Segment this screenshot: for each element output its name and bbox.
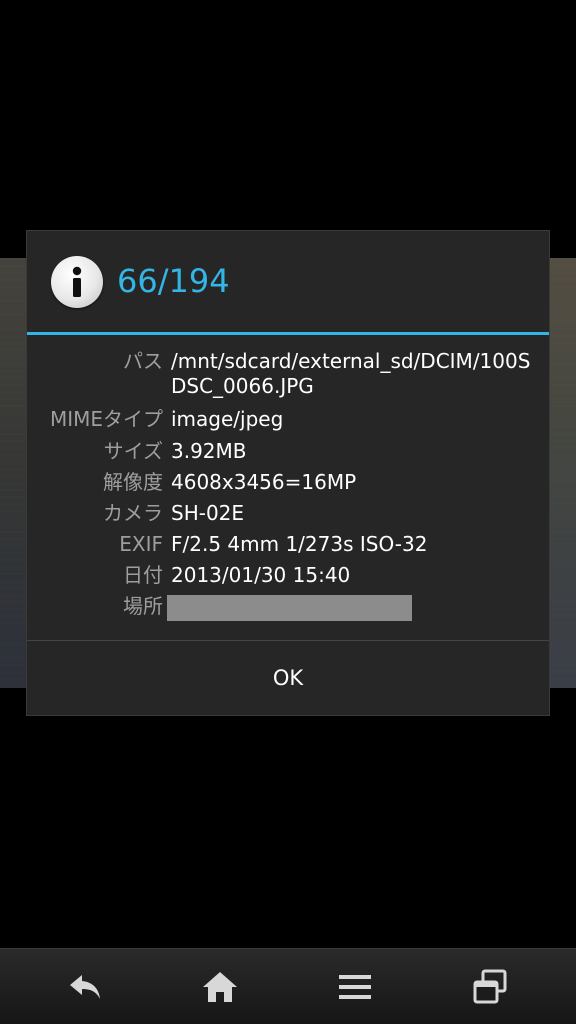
- dialog-header: 66/194: [27, 231, 549, 333]
- info-rows: パス /mnt/sdcard/external_sd/DCIM/100SDSC_…: [27, 349, 549, 625]
- home-button[interactable]: [190, 963, 250, 1011]
- exif-value: F/2.5 4mm 1/273s ISO-32: [171, 532, 428, 556]
- photo-left-edge: [0, 258, 26, 688]
- date-label: 日付: [123, 563, 163, 587]
- screen: 66/194 パス /mnt/sdcard/external_sd/DCIM/1…: [0, 0, 576, 1024]
- resolution-label: 解像度: [103, 470, 163, 494]
- camera-value: SH-02E: [171, 501, 245, 525]
- path-value: /mnt/sdcard/external_sd/DCIM/100SDSC_006…: [171, 349, 531, 398]
- dialog-title: 66/194: [117, 262, 230, 300]
- location-label: 場所: [123, 594, 163, 618]
- row-size: サイズ 3.92MB: [27, 439, 549, 470]
- menu-button[interactable]: [325, 963, 385, 1011]
- navigation-bar: [0, 948, 576, 1024]
- row-location: 場所: [27, 594, 549, 625]
- location-redacted-bar: [167, 595, 412, 621]
- size-value: 3.92MB: [171, 439, 247, 463]
- row-resolution: 解像度 4608x3456=16MP: [27, 470, 549, 501]
- date-value: 2013/01/30 15:40: [171, 563, 351, 587]
- row-exif: EXIF F/2.5 4mm 1/273s ISO-32: [27, 532, 549, 563]
- row-date: 日付 2013/01/30 15:40: [27, 563, 549, 594]
- menu-icon: [339, 975, 371, 999]
- row-camera: カメラ SH-02E: [27, 501, 549, 532]
- camera-label: カメラ: [103, 501, 163, 525]
- mime-type-label: MIMEタイプ: [49, 407, 163, 431]
- row-path: パス /mnt/sdcard/external_sd/DCIM/100SDSC_…: [27, 349, 549, 407]
- info-dialog: 66/194 パス /mnt/sdcard/external_sd/DCIM/1…: [26, 230, 550, 716]
- size-label: サイズ: [103, 439, 163, 463]
- back-icon: [70, 975, 100, 999]
- exif-label: EXIF: [119, 532, 163, 556]
- mime-type-value: image/jpeg: [171, 407, 284, 431]
- title-divider: [27, 332, 549, 335]
- recent-apps-icon: [473, 969, 507, 1004]
- ok-button[interactable]: OK: [27, 641, 549, 715]
- resolution-value: 4608x3456=16MP: [171, 470, 357, 494]
- home-icon: [203, 972, 237, 1002]
- path-label: パス: [123, 349, 163, 373]
- photo-right-edge: [550, 258, 576, 688]
- row-mime-type: MIMEタイプ image/jpeg: [27, 407, 549, 439]
- info-icon: [51, 256, 103, 308]
- recent-apps-button[interactable]: [460, 963, 520, 1011]
- back-button[interactable]: [56, 963, 116, 1011]
